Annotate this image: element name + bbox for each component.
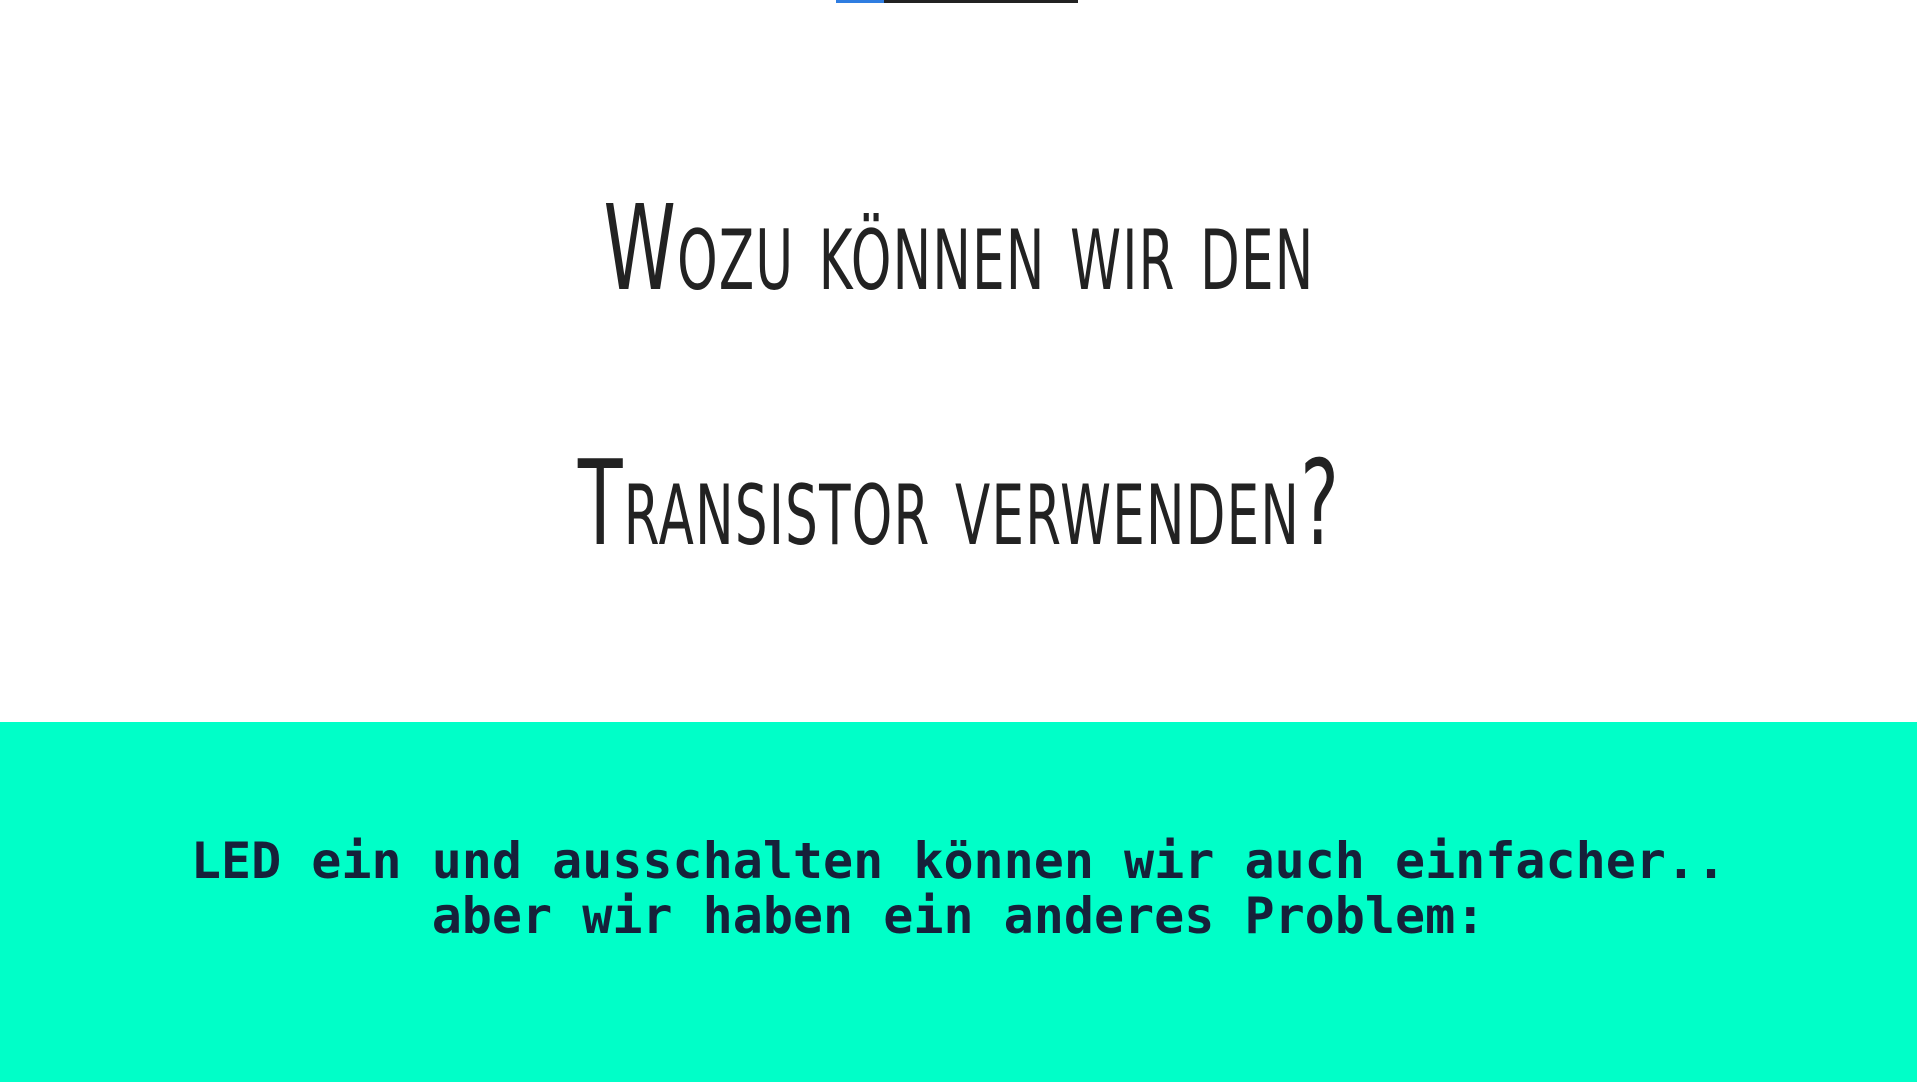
presentation-slide: Wozu können wir den Transistor verwenden… bbox=[0, 0, 1917, 1082]
accent-band: LED ein und ausschalten können wir auch … bbox=[0, 722, 1917, 1082]
slide-subtitle-line-2: aber wir haben ein anderes Problem: bbox=[431, 887, 1486, 945]
slide-title-line-1: Wozu können wir den bbox=[603, 179, 1314, 317]
slide-title: Wozu können wir den Transistor verwenden… bbox=[494, 121, 1424, 631]
slide-title-line-2: Transistor verwenden? bbox=[577, 434, 1340, 572]
slide-subtitle-line-1: LED ein und ausschalten können wir auch … bbox=[190, 832, 1727, 890]
title-area: Wozu können wir den Transistor verwenden… bbox=[0, 0, 1917, 722]
slide-subtitle: LED ein und ausschalten können wir auch … bbox=[0, 834, 1917, 944]
